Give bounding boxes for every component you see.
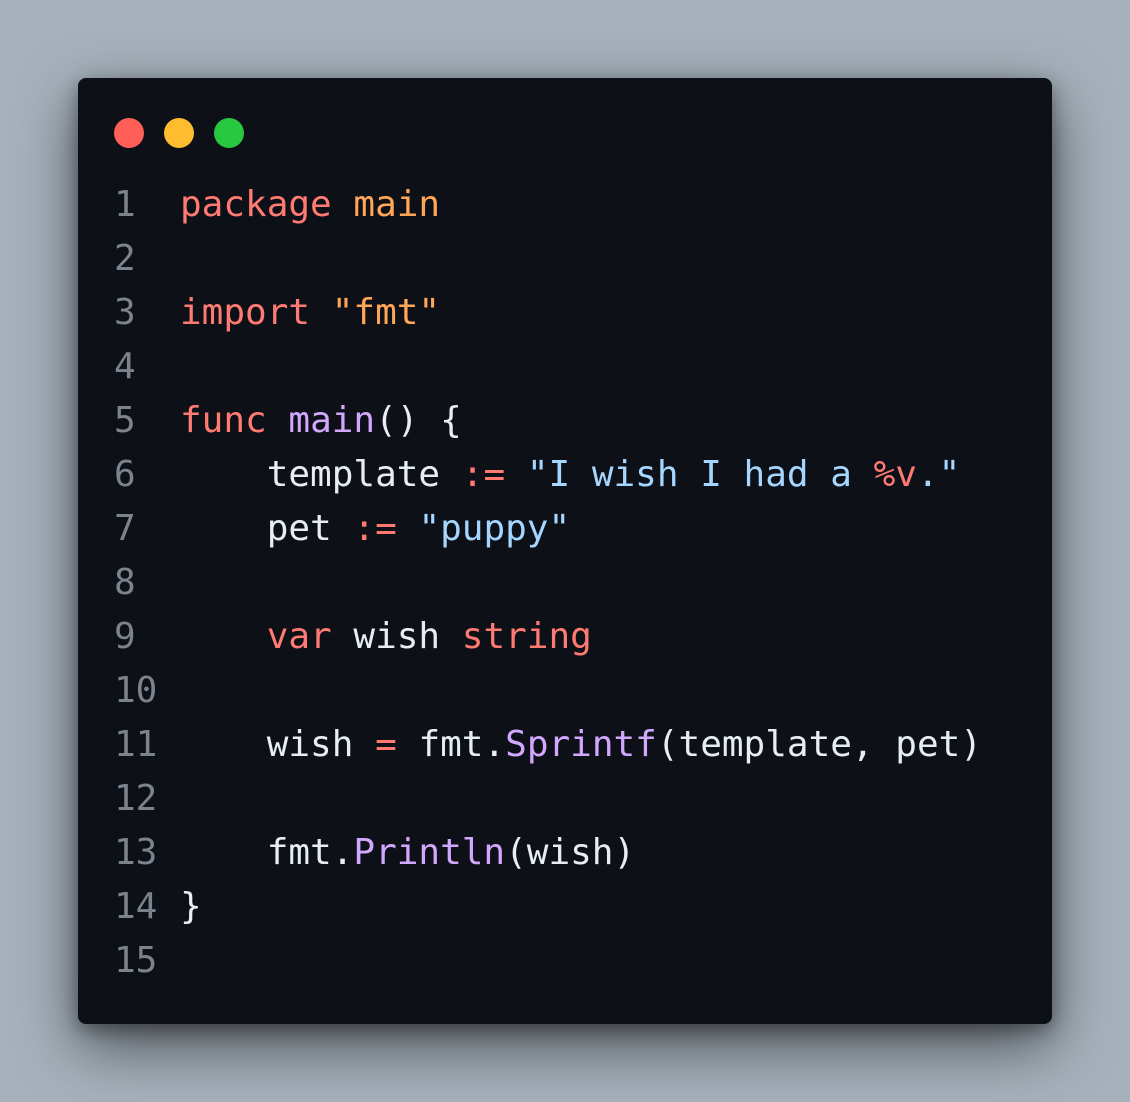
line-number: 3 [114, 292, 136, 333]
code-line: 13 fmt.Println(wish) [114, 826, 982, 880]
line-number: 1 [114, 184, 136, 225]
code-token: "fmt" [331, 292, 441, 333]
code-line: 14} [114, 880, 982, 934]
code-line: 11 wish = fmt.Sprintf(template, pet) [114, 718, 982, 772]
line-source: fmt.Println(wish) [180, 826, 635, 880]
code-token: "puppy" [418, 508, 571, 549]
line-source: wish = fmt.Sprintf(template, pet) [180, 718, 982, 772]
code-token: template [180, 454, 462, 495]
code-token: (wish) [505, 832, 636, 873]
line-source: template := "I wish I had a %v." [180, 448, 961, 502]
line-source: var wish string [180, 610, 592, 664]
code-token: import [180, 292, 311, 333]
line-number: 13 [114, 832, 158, 873]
code-block: 1 package main 2 3 import "fmt" 4 5 func main()… [114, 178, 982, 988]
code-token: wish [331, 616, 462, 657]
code-token: pet [180, 508, 354, 549]
line-number: 6 [114, 454, 136, 495]
line-source: } [180, 880, 202, 934]
line-number: 5 [114, 400, 136, 441]
code-line: 4 [114, 340, 982, 394]
code-token: := [353, 508, 397, 549]
code-token: = [375, 724, 397, 765]
code-line: 9 var wish string [114, 610, 982, 664]
code-token: fmt. [180, 832, 354, 873]
code-token: Println [353, 832, 506, 873]
code-token: string [461, 616, 592, 657]
line-number: 9 [114, 616, 136, 657]
code-token: var [266, 616, 332, 657]
code-token: main [353, 184, 441, 225]
code-token: := [461, 454, 506, 495]
line-number: 12 [114, 778, 158, 819]
line-number: 14 [114, 886, 158, 927]
code-line: 12 [114, 772, 982, 826]
code-line: 8 [114, 556, 982, 610]
code-token: () { [375, 400, 462, 441]
code-token: Sprintf [505, 724, 657, 765]
code-token: main [288, 400, 376, 441]
code-line: 6 template := "I wish I had a %v." [114, 448, 982, 502]
code-window: 1 package main 2 3 import "fmt" 4 5 func main()… [78, 78, 1052, 1024]
line-source: func main() { [180, 394, 462, 448]
code-line: 2 [114, 232, 982, 286]
line-source: package main [180, 178, 440, 232]
line-number: 7 [114, 508, 136, 549]
code-line: 5 func main() { [114, 394, 982, 448]
code-token: wish [180, 724, 376, 765]
code-token: ." [916, 454, 961, 495]
code-token: fmt. [396, 724, 506, 765]
maximize-dot-icon[interactable] [214, 118, 244, 148]
code-token: %v [873, 454, 917, 495]
code-token: (template, pet) [656, 724, 982, 765]
line-source: pet := "puppy" [180, 502, 570, 556]
code-line: 7 pet := "puppy" [114, 502, 982, 556]
code-token: } [180, 886, 202, 927]
line-number: 10 [114, 670, 158, 711]
close-dot-icon[interactable] [114, 118, 144, 148]
code-line: 3 import "fmt" [114, 286, 982, 340]
minimize-dot-icon[interactable] [164, 118, 194, 148]
code-line: 10 [114, 664, 982, 718]
code-token: "I wish I had a [526, 454, 874, 495]
code-token: package [180, 184, 332, 225]
code-line: 15 [114, 934, 982, 988]
line-number: 2 [114, 238, 136, 279]
code-token: func [180, 400, 267, 441]
line-number: 4 [114, 346, 136, 387]
line-number: 15 [114, 940, 158, 981]
line-number: 11 [114, 724, 158, 765]
line-source: import "fmt" [180, 286, 440, 340]
code-line: 1 package main [114, 178, 982, 232]
line-number: 8 [114, 562, 136, 603]
